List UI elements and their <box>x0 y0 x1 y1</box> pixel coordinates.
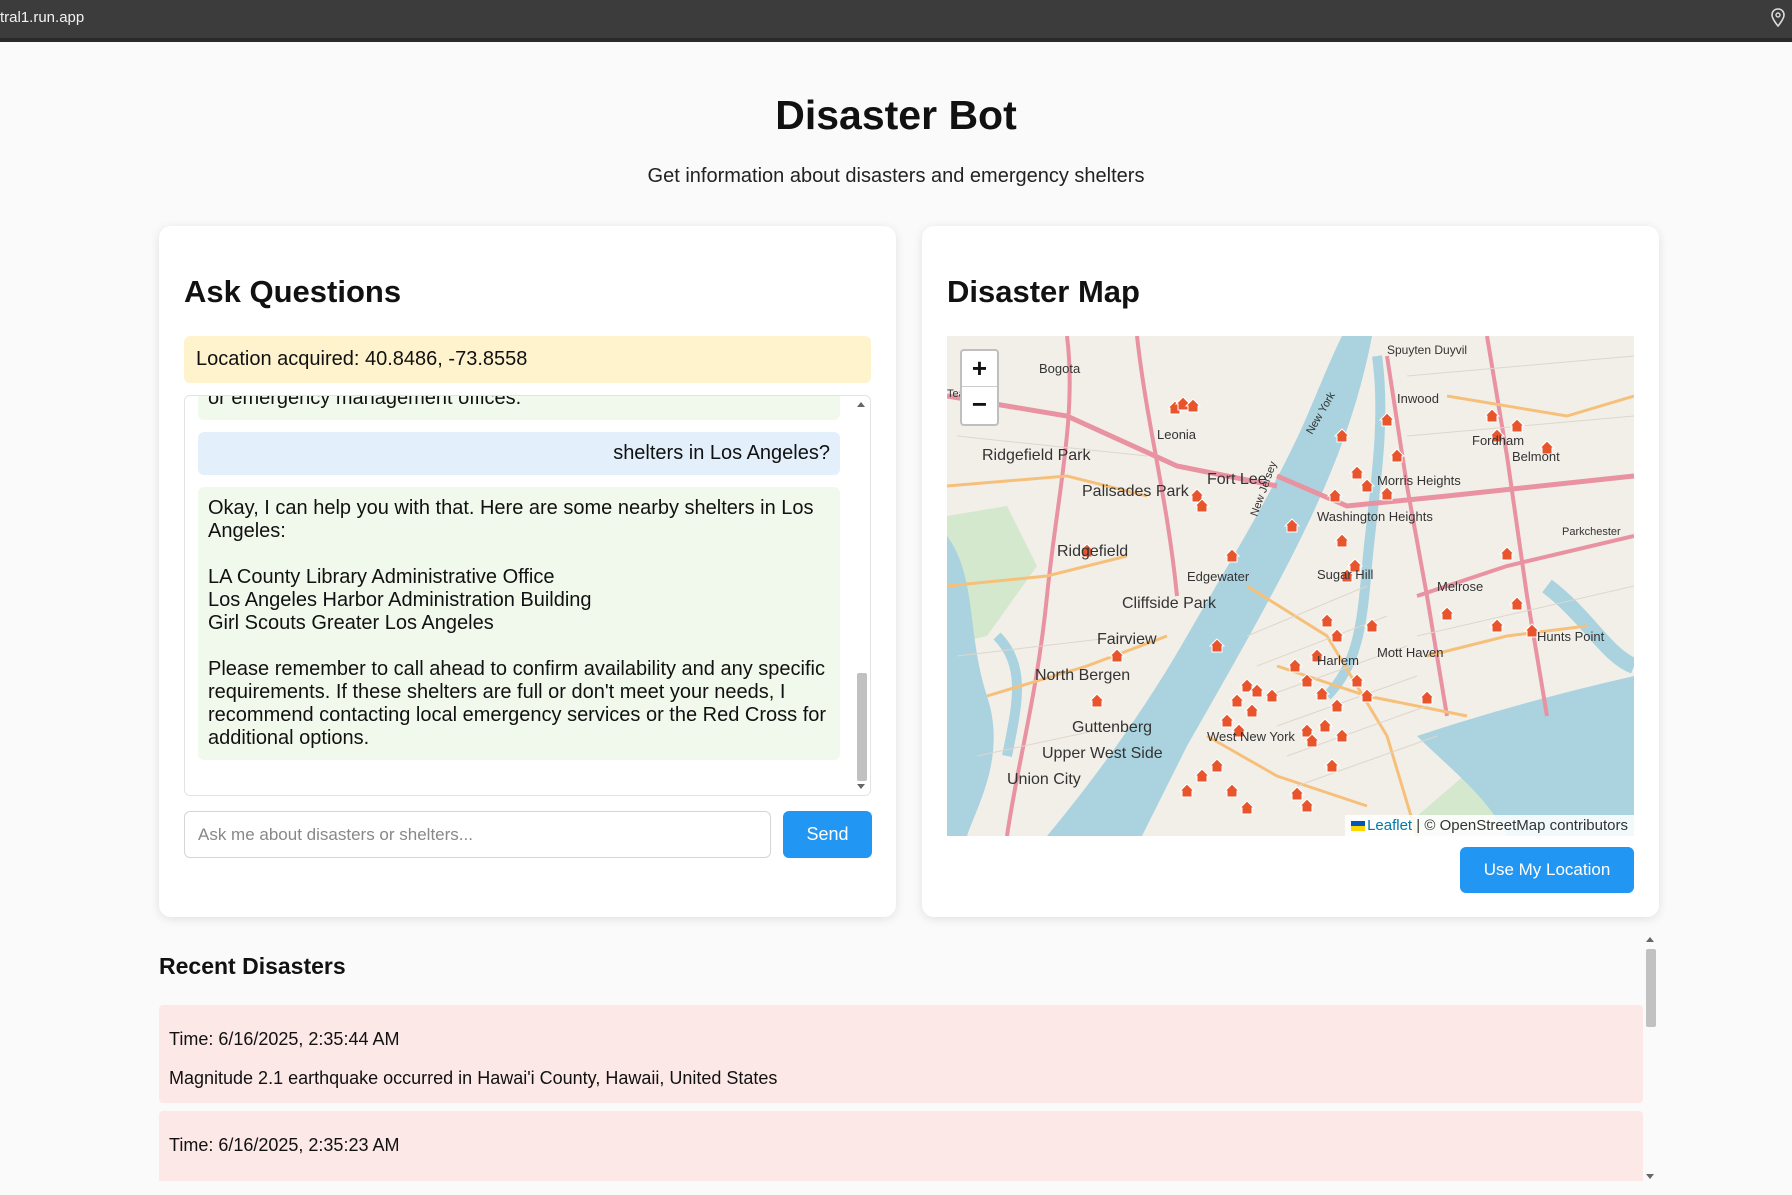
recent-disasters-title: Recent Disasters <box>159 953 346 979</box>
chat-messages: or emergency management offices. shelters… <box>185 395 853 772</box>
map-title: Disaster Map <box>947 274 1140 309</box>
disaster-item: Time: 6/16/2025, 2:35:23 AM <box>159 1111 1643 1181</box>
message-line: Girl Scouts Greater Los Angeles <box>208 612 494 634</box>
map-place-label: Inwood <box>1397 391 1439 406</box>
message-line: shelters in Los Angeles? <box>613 442 830 464</box>
message-line: additional options. <box>208 727 370 749</box>
map-place-label: Hunts Point <box>1537 629 1605 644</box>
map-place-label: Fort Lee <box>1207 471 1267 488</box>
map-place-label: Cliffside Park <box>1122 595 1217 612</box>
disaster-time: Time: 6/16/2025, 2:35:44 AM <box>169 1029 400 1049</box>
map-place-label: Melrose <box>1437 579 1483 594</box>
ukraine-flag-icon <box>1351 821 1366 832</box>
osm-attribution: | © OpenStreetMap contributors <box>1416 817 1628 834</box>
map-place-label: Leonia <box>1157 427 1197 442</box>
disaster-item: Time: 6/16/2025, 2:35:44 AM Magnitude 2.1… <box>159 1005 1643 1103</box>
map-place-label: Ridgefield Park <box>982 447 1092 464</box>
scroll-down-arrow-icon[interactable] <box>1646 1174 1654 1179</box>
map-place-label: West New York <box>1207 729 1295 744</box>
page-title: Disaster Bot <box>775 92 1017 138</box>
zoom-out-button[interactable]: − <box>962 387 997 423</box>
disaster-description: Magnitude 2.1 earthquake occurred in Haw… <box>169 1068 778 1088</box>
message-line: recommend contacting local emergency ser… <box>208 704 827 726</box>
map-place-label: Bogota <box>1039 361 1081 376</box>
chat-scrollbar[interactable] <box>854 397 869 794</box>
zoom-control: + − <box>960 349 999 426</box>
use-my-location-button[interactable]: Use My Location <box>1460 847 1634 893</box>
map-place-label: Washington Heights <box>1317 509 1433 524</box>
map-tiles[interactable]: Spuyten Duyvil Bogota Leonia Inwood FordhamB… <box>947 336 1634 836</box>
recent-scrollbar[interactable] <box>1643 935 1658 1181</box>
page-subtitle: Get information about disasters and emer… <box>647 165 1145 187</box>
map-place-label: Mott Haven <box>1377 645 1443 660</box>
disaster-map[interactable]: Spuyten Duyvil Bogota Leonia Inwood Fordham B… <box>947 336 1634 836</box>
user-message: shelters in Los Angeles? <box>198 432 840 475</box>
map-card: Disaster Map Spuyten Duyvil Bogota Leoni… <box>922 226 1659 917</box>
url-text[interactable]: tral1.run.app <box>0 9 84 26</box>
recent-disasters-list[interactable]: Time: 6/16/2025, 2:35:44 AM Magnitude 2.1… <box>159 1005 1643 1181</box>
message-line: Angeles: <box>208 520 286 542</box>
map-place-label: Fairview <box>1097 631 1157 648</box>
browser-url-bar[interactable]: tral1.run.app <box>0 0 1792 42</box>
message-line: or emergency management offices. <box>208 395 522 409</box>
chat-log[interactable]: or emergency management offices. shelters… <box>184 395 871 796</box>
map-place-label: Upper West Side <box>1042 745 1163 762</box>
message-line: LA County Library Administrative Office <box>208 566 555 588</box>
message-line <box>208 543 830 566</box>
map-place-label: Harlem <box>1317 653 1359 668</box>
send-button[interactable]: Send <box>783 811 872 858</box>
map-place-label: Edgewater <box>1187 569 1250 584</box>
bot-message: Okay, I can help you with that. Here are… <box>198 487 840 760</box>
message-line: requirements. If these shelters are full… <box>208 681 786 703</box>
map-place-label: Morris Heights <box>1377 473 1461 488</box>
scroll-up-arrow-icon[interactable] <box>1646 937 1654 942</box>
map-place-label: Sugar Hill <box>1317 567 1373 582</box>
map-place-label: Palisades Park <box>1082 483 1190 500</box>
map-place-label: North Bergen <box>1035 667 1130 684</box>
zoom-in-button[interactable]: + <box>962 351 997 387</box>
map-place-label: Spuyten Duyvil <box>1387 343 1467 357</box>
message-line: Los Angeles Harbor Administration Buildi… <box>208 589 592 611</box>
map-attribution: Leaflet | © OpenStreetMap contributors <box>1345 815 1634 836</box>
map-place-label: Belmont <box>1512 449 1560 464</box>
message-line: Okay, I can help you with that. Here are… <box>208 497 814 519</box>
map-place-label: Fordham <box>1472 433 1524 448</box>
map-place-label: Parkchester <box>1562 526 1621 538</box>
location-status: Location acquired: 40.8486, -73.8558 <box>184 336 871 383</box>
message-line: Please remember to call ahead to confirm… <box>208 658 825 680</box>
chat-input[interactable] <box>184 811 771 858</box>
chat-title: Ask Questions <box>184 274 402 309</box>
chat-card: Ask Questions Location acquired: 40.8486… <box>159 226 896 917</box>
disaster-time: Time: 6/16/2025, 2:35:23 AM <box>169 1135 400 1155</box>
bot-message: or emergency management offices. <box>198 395 840 420</box>
location-pin-icon[interactable] <box>1770 8 1786 28</box>
message-line <box>208 635 830 658</box>
scroll-down-arrow-icon[interactable] <box>857 784 865 789</box>
map-place-label: Guttenberg <box>1072 719 1152 736</box>
scroll-up-arrow-icon[interactable] <box>857 402 865 407</box>
map-place-label: Union City <box>1007 771 1081 788</box>
leaflet-link[interactable]: Leaflet <box>1367 817 1412 834</box>
scrollbar-thumb[interactable] <box>857 673 867 781</box>
scrollbar-thumb[interactable] <box>1646 949 1656 1027</box>
map-place-label: Ridgefield <box>1057 543 1128 560</box>
